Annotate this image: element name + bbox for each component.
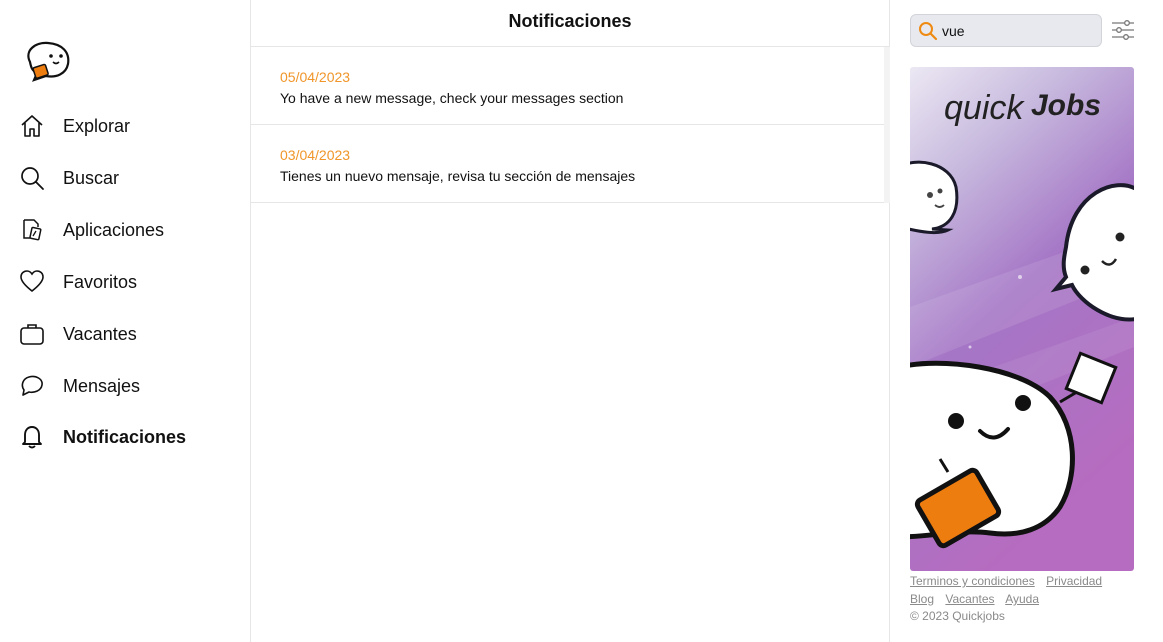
help-link[interactable]: Ayuda: [1005, 592, 1039, 606]
notification-date: 03/04/2023: [280, 147, 351, 163]
promo-banner[interactable]: quick Jobs: [910, 67, 1134, 571]
page-title: Notificaciones: [508, 10, 632, 31]
search-icon: [18, 164, 46, 192]
sidebar: Explorar Buscar Aplicaciones Favoritos V…: [0, 0, 251, 642]
banner-brand-light: quick: [944, 89, 1025, 127]
sidebar-item-label: Favoritos: [63, 271, 138, 292]
sidebar-item-label: Buscar: [63, 167, 120, 188]
applications-icon: [18, 216, 46, 244]
right-panel: quick Jobs Term: [890, 0, 1163, 642]
notification-date: 05/04/2023: [280, 69, 351, 85]
sliders-icon[interactable]: [1111, 19, 1135, 41]
sidebar-item-explorar[interactable]: Explorar: [18, 106, 130, 146]
sidebar-item-favoritos[interactable]: Favoritos: [18, 262, 137, 302]
bell-icon: [18, 423, 46, 451]
banner-brand-bold: Jobs: [1031, 89, 1101, 122]
main-header: Notificaciones: [251, 0, 889, 47]
sidebar-item-vacantes[interactable]: Vacantes: [18, 314, 137, 354]
chat-icon: [18, 372, 46, 400]
sidebar-item-label: Vacantes: [63, 323, 137, 344]
sidebar-item-label: Notificaciones: [63, 426, 187, 447]
heart-icon: [18, 268, 46, 296]
copyright: © 2023 Quickjobs: [910, 609, 1005, 623]
sidebar-item-mensajes[interactable]: Mensajes: [18, 366, 140, 406]
sidebar-item-buscar[interactable]: Buscar: [18, 158, 119, 198]
notification-item[interactable]: 03/04/2023 Tienes un nuevo mensaje, revi…: [251, 125, 884, 203]
terms-link[interactable]: Terminos y condiciones: [910, 574, 1035, 588]
vacancies-link[interactable]: Vacantes: [945, 592, 994, 606]
notification-item[interactable]: 05/04/2023 Yo have a new message, check …: [251, 47, 884, 125]
search-box[interactable]: [910, 14, 1102, 47]
logo[interactable]: [20, 40, 72, 84]
briefcase-icon: [18, 320, 46, 348]
search-input[interactable]: [942, 22, 1092, 39]
privacy-link[interactable]: Privacidad: [1046, 574, 1102, 588]
search-icon: [918, 20, 940, 42]
sidebar-item-aplicaciones[interactable]: Aplicaciones: [18, 210, 164, 250]
blog-link[interactable]: Blog: [910, 592, 934, 606]
home-icon: [18, 112, 46, 140]
notification-message: Yo have a new message, check your messag…: [280, 90, 624, 106]
app: Explorar Buscar Aplicaciones Favoritos V…: [0, 0, 1163, 642]
notification-message: Tienes un nuevo mensaje, revisa tu secci…: [280, 168, 636, 184]
sidebar-item-label: Explorar: [63, 115, 131, 136]
main-content: Notificaciones 05/04/2023 Yo have a new …: [251, 0, 890, 642]
sidebar-item-notificaciones[interactable]: Notificaciones: [18, 417, 186, 457]
sidebar-item-label: Aplicaciones: [63, 219, 165, 240]
footer-links: Terminos y condiciones Privacidad Blog V…: [910, 572, 1150, 608]
sidebar-item-label: Mensajes: [63, 375, 141, 396]
